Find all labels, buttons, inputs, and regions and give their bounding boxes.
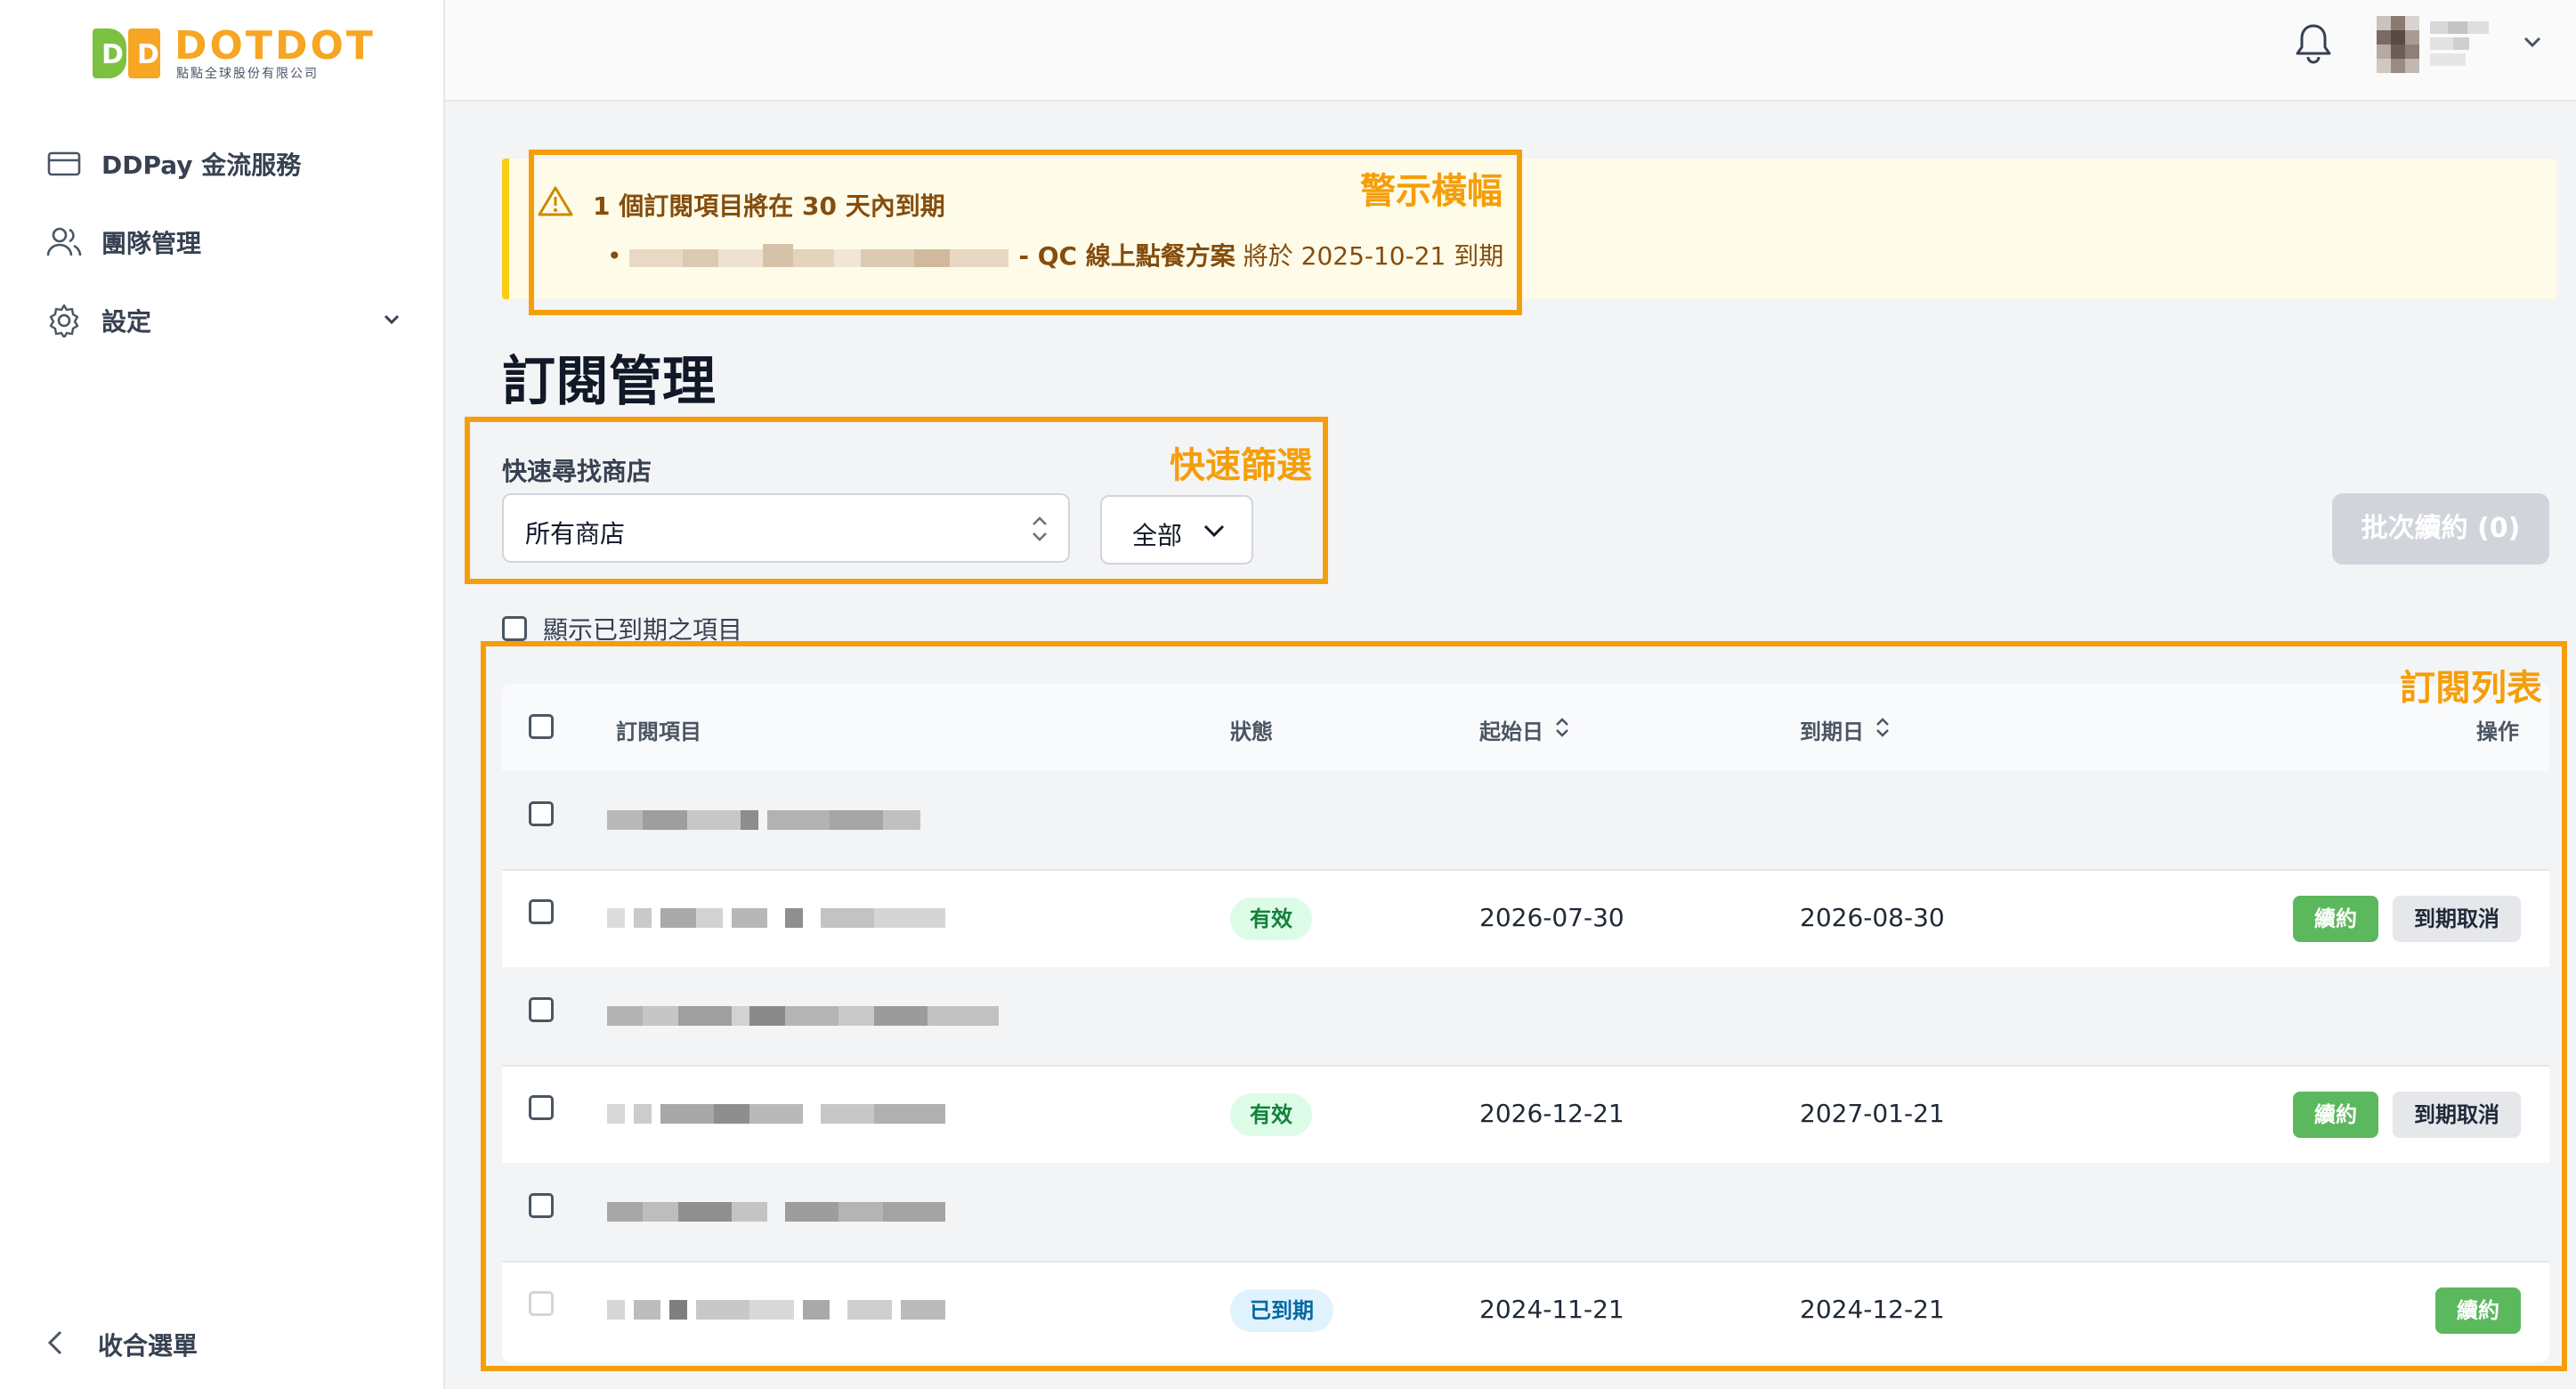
- annotation-label-filter: 快速篩選: [1170, 445, 1312, 486]
- sidebar-item-label: DDPay 金流服務: [101, 150, 302, 180]
- sidebar: [0, 0, 445, 1389]
- chevron-down-icon[interactable]: [2521, 30, 2544, 57]
- brand-name: DOTDOT: [174, 23, 376, 69]
- sidebar-item-label: 團隊管理: [101, 229, 202, 258]
- sidebar-item-ddpay[interactable]: DDPay 金流服務: [46, 139, 402, 189]
- brand-subtitle: 點點全球股份有限公司: [176, 67, 319, 81]
- avatar[interactable]: [2377, 16, 2508, 78]
- chevron-down-icon: [381, 308, 402, 333]
- chevron-left-icon: [46, 1329, 64, 1360]
- annotation-box-list: [481, 641, 2567, 1371]
- credit-card-icon: [46, 146, 82, 182]
- annotation-label-banner: 警示橫幅: [1360, 171, 1503, 212]
- logo-mark: D D: [93, 28, 160, 78]
- users-icon: [46, 224, 82, 260]
- sidebar-item-settings[interactable]: 設定: [46, 296, 402, 345]
- top-bar: [445, 0, 2576, 102]
- collapse-menu-button[interactable]: 收合選單: [46, 1327, 198, 1362]
- show-expired-checkbox[interactable]: [502, 616, 527, 641]
- sidebar-item-team[interactable]: 團隊管理: [46, 217, 402, 267]
- batch-renew-button[interactable]: 批次續約 (0): [2332, 493, 2549, 565]
- annotation-label-list: 訂閱列表: [2400, 668, 2542, 709]
- page-title: 訂閱管理: [502, 351, 716, 413]
- collapse-menu-label: 收合選單: [98, 1331, 198, 1361]
- bell-icon[interactable]: [2293, 21, 2334, 66]
- sidebar-item-label: 設定: [101, 307, 152, 337]
- gear-icon: [46, 303, 82, 338]
